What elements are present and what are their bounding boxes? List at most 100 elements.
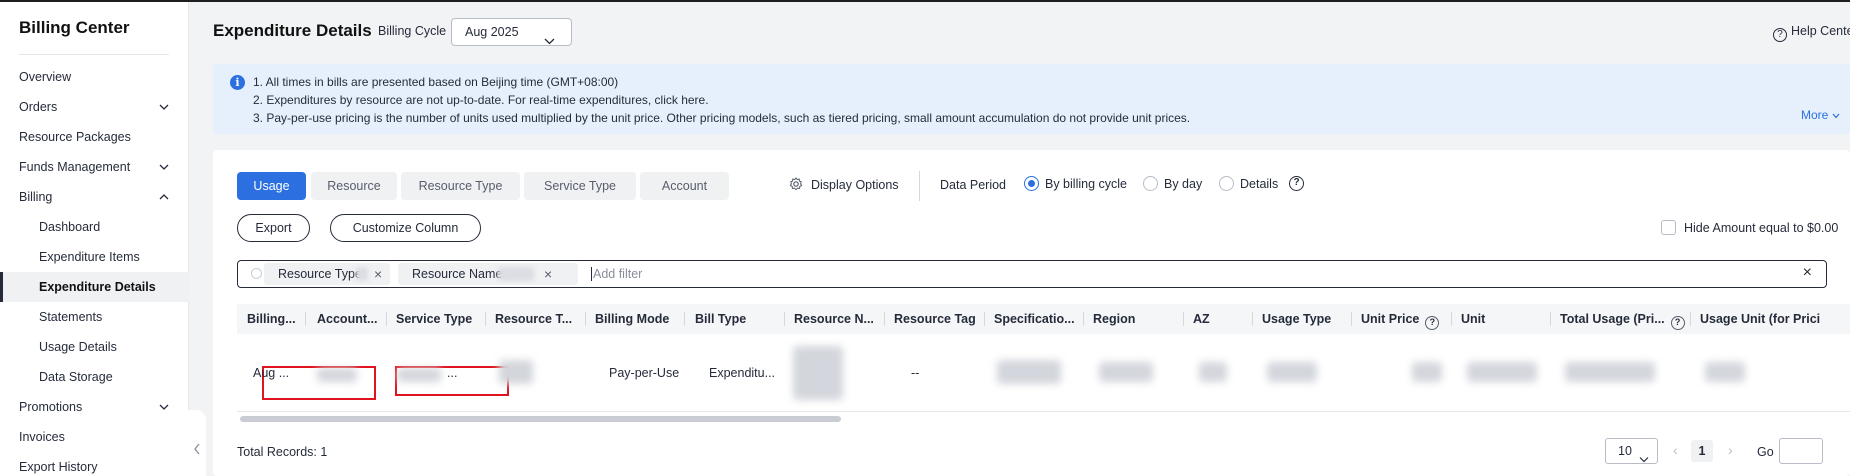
sidebar-item-label: Invoices	[19, 430, 65, 444]
column-header[interactable]: Usage Unit (for Prici	[1690, 304, 1850, 334]
display-options-label: Display Options	[811, 178, 899, 192]
column-header[interactable]: Bill Type	[685, 304, 785, 334]
sidebar-item-expenditure-details[interactable]: Expenditure Details	[0, 272, 189, 302]
display-options-button[interactable]: Display Options	[789, 177, 899, 192]
tab-account[interactable]: Account	[640, 172, 729, 200]
close-icon[interactable]: ×	[1803, 264, 1812, 282]
cell-billing-mode: Pay-per-Use	[609, 366, 680, 380]
help-center-link[interactable]: ? Help Center	[1773, 24, 1850, 42]
column-header[interactable]: Billing...	[237, 304, 296, 334]
radio-label: By day	[1164, 177, 1203, 191]
hide-zero-amount-checkbox[interactable]: Hide Amount equal to $0.00	[1661, 220, 1838, 235]
table-row[interactable]: Aug ... ... Pay-per-Use Expenditu... --	[237, 334, 1850, 412]
customize-column-button[interactable]: Customize Column	[330, 214, 481, 242]
sidebar-item-dashboard[interactable]: Dashboard	[0, 212, 189, 242]
redacted-value	[356, 267, 368, 281]
radio-by-day[interactable]: By day	[1143, 176, 1202, 191]
page-size-select[interactable]: 10	[1605, 438, 1658, 464]
column-header[interactable]: Billing Mode	[585, 304, 685, 334]
cell-billing-cycle: Aug ...	[253, 366, 290, 380]
column-header[interactable]: Service Type	[386, 304, 486, 334]
sidebar-item-promotions[interactable]: Promotions	[0, 392, 189, 422]
sidebar: Billing Center Overview Orders Resource …	[0, 2, 189, 476]
info-icon: i	[230, 75, 245, 90]
column-divider[interactable]	[305, 312, 306, 326]
sidebar-item-label: Export History	[19, 460, 98, 474]
total-records: Total Records: 1	[237, 445, 328, 459]
export-button[interactable]: Export	[237, 214, 310, 242]
sidebar-item-funds-management[interactable]: Funds Management	[0, 152, 189, 182]
redacted-cell	[1565, 362, 1655, 382]
column-header[interactable]: Unit Price?	[1351, 304, 1451, 334]
column-header[interactable]: Region	[1083, 304, 1183, 334]
close-icon[interactable]: ×	[544, 263, 552, 285]
sidebar-item-label: Usage Details	[39, 340, 117, 354]
sidebar-item-expenditure-items[interactable]: Expenditure Items	[0, 242, 189, 272]
cell-bill-type: Expenditu...	[709, 366, 776, 380]
sidebar-title: Billing Center	[19, 18, 130, 37]
chevron-left-icon[interactable]: ‹	[1673, 442, 1678, 458]
text-cursor	[591, 267, 592, 281]
hide-amount-label: Hide Amount equal to $0.00	[1684, 221, 1839, 235]
column-header[interactable]: Resource Tag	[884, 304, 984, 334]
redacted-cell	[1199, 362, 1227, 382]
sidebar-item-overview[interactable]: Overview	[0, 62, 189, 92]
tab-service-type[interactable]: Service Type	[524, 172, 636, 200]
tab-resource-type[interactable]: Resource Type	[401, 172, 520, 200]
column-header[interactable]: Resource N...	[784, 304, 884, 334]
current-page[interactable]: 1	[1691, 440, 1713, 462]
sidebar-item-export-history[interactable]: Export History	[0, 452, 189, 476]
sidebar-item-invoices[interactable]: Invoices	[0, 422, 189, 452]
radio-details[interactable]: Details	[1219, 176, 1278, 191]
question-icon[interactable]: ?	[1289, 176, 1304, 191]
redacted-cell	[1467, 362, 1537, 382]
notice-line[interactable]: 2. Expenditures by resource are not up-t…	[253, 93, 709, 107]
horizontal-scrollbar[interactable]	[240, 416, 841, 422]
tab-resource[interactable]: Resource	[311, 172, 397, 200]
column-header[interactable]: Specificatio...	[984, 304, 1084, 334]
chevron-right-icon[interactable]: ›	[1728, 442, 1733, 458]
sidebar-item-orders[interactable]: Orders	[0, 92, 189, 122]
question-icon[interactable]: ?	[1670, 316, 1685, 330]
column-header[interactable]: AZ	[1183, 304, 1252, 334]
more-link[interactable]: More	[1801, 108, 1840, 122]
sidebar-item-usage-details[interactable]: Usage Details	[0, 332, 189, 362]
sidebar-divider	[19, 54, 169, 55]
filter-chip-resource-type[interactable]: Resource Type: ×	[264, 263, 390, 285]
chevron-left-icon[interactable]	[193, 443, 201, 458]
chevron-down-icon	[1639, 447, 1649, 471]
column-header[interactable]: Usage Type	[1252, 304, 1352, 334]
sidebar-item-label: Expenditure Details	[39, 280, 156, 294]
radio-by-billing-cycle[interactable]: By billing cycle	[1024, 176, 1127, 191]
sidebar-item-label: Expenditure Items	[39, 250, 140, 264]
filter-chip-resource-name[interactable]: Resource Name: ×	[398, 263, 578, 285]
search-icon	[251, 268, 262, 279]
notice-banner: i 1. All times in bills are presented ba…	[213, 64, 1850, 134]
column-header[interactable]: Account...	[307, 304, 387, 334]
filter-bar[interactable]: Resource Type: × Resource Name: × ×	[237, 260, 1827, 288]
question-icon[interactable]: ?	[1425, 316, 1440, 330]
radio-label: By billing cycle	[1045, 177, 1127, 191]
help-center-label: Help Center	[1791, 24, 1850, 38]
go-page-input[interactable]	[1779, 438, 1823, 464]
close-icon[interactable]: ×	[374, 263, 382, 285]
notice-line: 1. All times in bills are presented base…	[253, 75, 619, 89]
sidebar-item-resource-packages[interactable]: Resource Packages	[0, 122, 189, 152]
column-header[interactable]: Unit	[1451, 304, 1551, 334]
sidebar-item-data-storage[interactable]: Data Storage	[0, 362, 189, 392]
column-header[interactable]: Total Usage (Pri...?	[1550, 304, 1690, 334]
billing-cycle-select[interactable]: Aug 2025	[451, 18, 572, 46]
sidebar-item-label: Orders	[19, 100, 58, 114]
notice-line: 3. Pay-per-use pricing is the number of …	[253, 111, 1191, 125]
sidebar-item-statements[interactable]: Statements	[0, 302, 189, 332]
sidebar-item-label: Funds Management	[19, 160, 131, 174]
column-header[interactable]: Resource T...	[485, 304, 585, 334]
redacted-cell	[1412, 362, 1442, 382]
gear-icon	[789, 177, 811, 192]
page-title: Expenditure Details	[213, 21, 372, 40]
chevron-up-icon	[159, 192, 169, 202]
tab-usage[interactable]: Usage	[237, 172, 306, 200]
sidebar-item-billing[interactable]: Billing	[0, 182, 189, 212]
redacted-cell	[499, 360, 533, 384]
add-filter-input[interactable]	[593, 261, 1593, 287]
